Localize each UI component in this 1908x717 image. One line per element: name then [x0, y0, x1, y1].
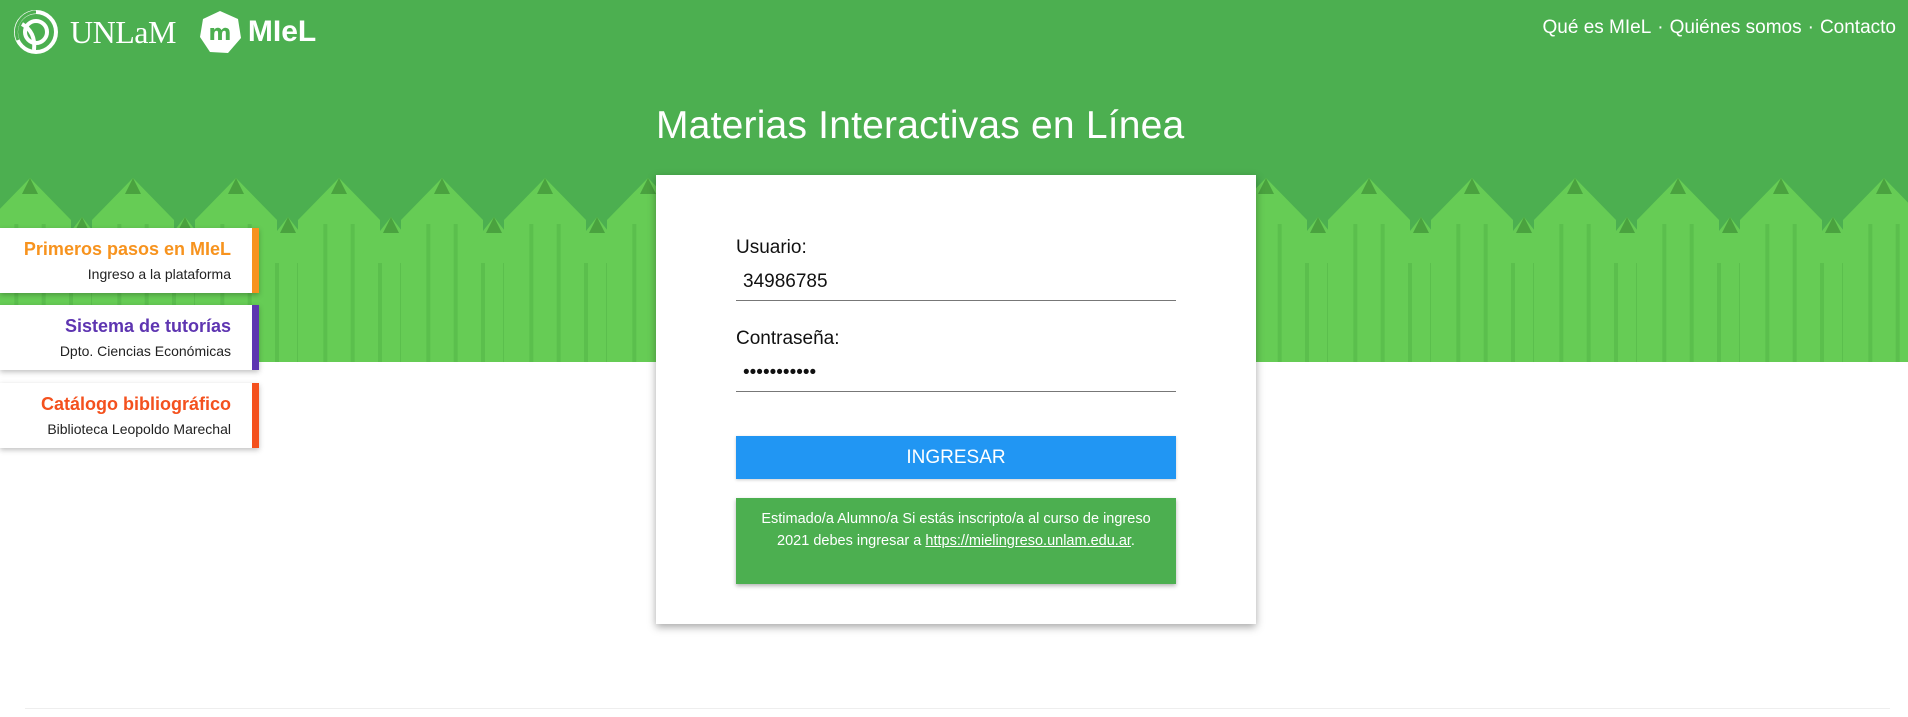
login-form: Usuario: Contraseña: INGRESAR Estimado/a… [656, 175, 1256, 624]
page-title: Materias Interactivas en Línea [656, 104, 1185, 147]
svg-text:m: m [208, 21, 231, 46]
side-card-accent-bar [252, 305, 259, 370]
nav-separator: · [1807, 17, 1814, 38]
nav-contacto[interactable]: Contacto [1820, 17, 1896, 39]
ingreso-notice: Estimado/a Alumno/a Si estás inscripto/a… [736, 498, 1176, 584]
miel-m-logo-icon[interactable]: m [198, 10, 242, 54]
top-nav: Qué es MIeL · Quiénes somos · Contacto [1543, 17, 1897, 39]
side-card-subtitle: Biblioteca Leopoldo Marechal [47, 421, 231, 437]
notice-end: . [1130, 533, 1135, 549]
footer-divider [25, 708, 1890, 709]
side-card-subtitle: Dpto. Ciencias Económicas [59, 343, 231, 359]
nav-separator: · [1657, 17, 1664, 38]
password-label: Contraseña: [736, 328, 840, 349]
side-card-primeros-pasos[interactable]: Primeros pasos en MIeL Ingreso a la plat… [0, 228, 259, 293]
password-input[interactable] [736, 354, 1176, 392]
side-card-accent-bar [252, 228, 259, 293]
side-card-tutorias[interactable]: Sistema de tutorías Dpto. Ciencias Econó… [0, 305, 259, 370]
nav-que-es-miel[interactable]: Qué es MIeL [1543, 17, 1652, 39]
pencil-shape [1843, 178, 1908, 362]
notice-link[interactable]: https://mielingreso.unlam.edu.ar [925, 533, 1131, 549]
unlam-wordmark[interactable]: UNLaM [70, 14, 176, 51]
username-label: Usuario: [736, 237, 807, 258]
nav-quienes-somos[interactable]: Quiénes somos [1670, 17, 1802, 39]
side-card-title: Primeros pasos en MIeL [23, 239, 231, 259]
brand-logos: UNLaM m MIeL [14, 10, 316, 54]
side-card-subtitle: Ingreso a la plataforma [87, 266, 231, 282]
side-card-title: Catálogo bibliográfico [40, 394, 231, 414]
ingresar-button[interactable]: INGRESAR [736, 436, 1176, 479]
unlam-logo-icon[interactable] [14, 10, 58, 54]
side-card-catalogo[interactable]: Catálogo bibliográfico Biblioteca Leopol… [0, 383, 259, 448]
username-input[interactable] [736, 263, 1176, 301]
side-card-accent-bar [252, 383, 259, 448]
miel-wordmark[interactable]: MIeL [248, 15, 316, 49]
login-page: UNLaM m MIeL Qué es MIeL · Quiénes somos… [0, 0, 1908, 717]
side-card-title: Sistema de tutorías [64, 316, 231, 336]
